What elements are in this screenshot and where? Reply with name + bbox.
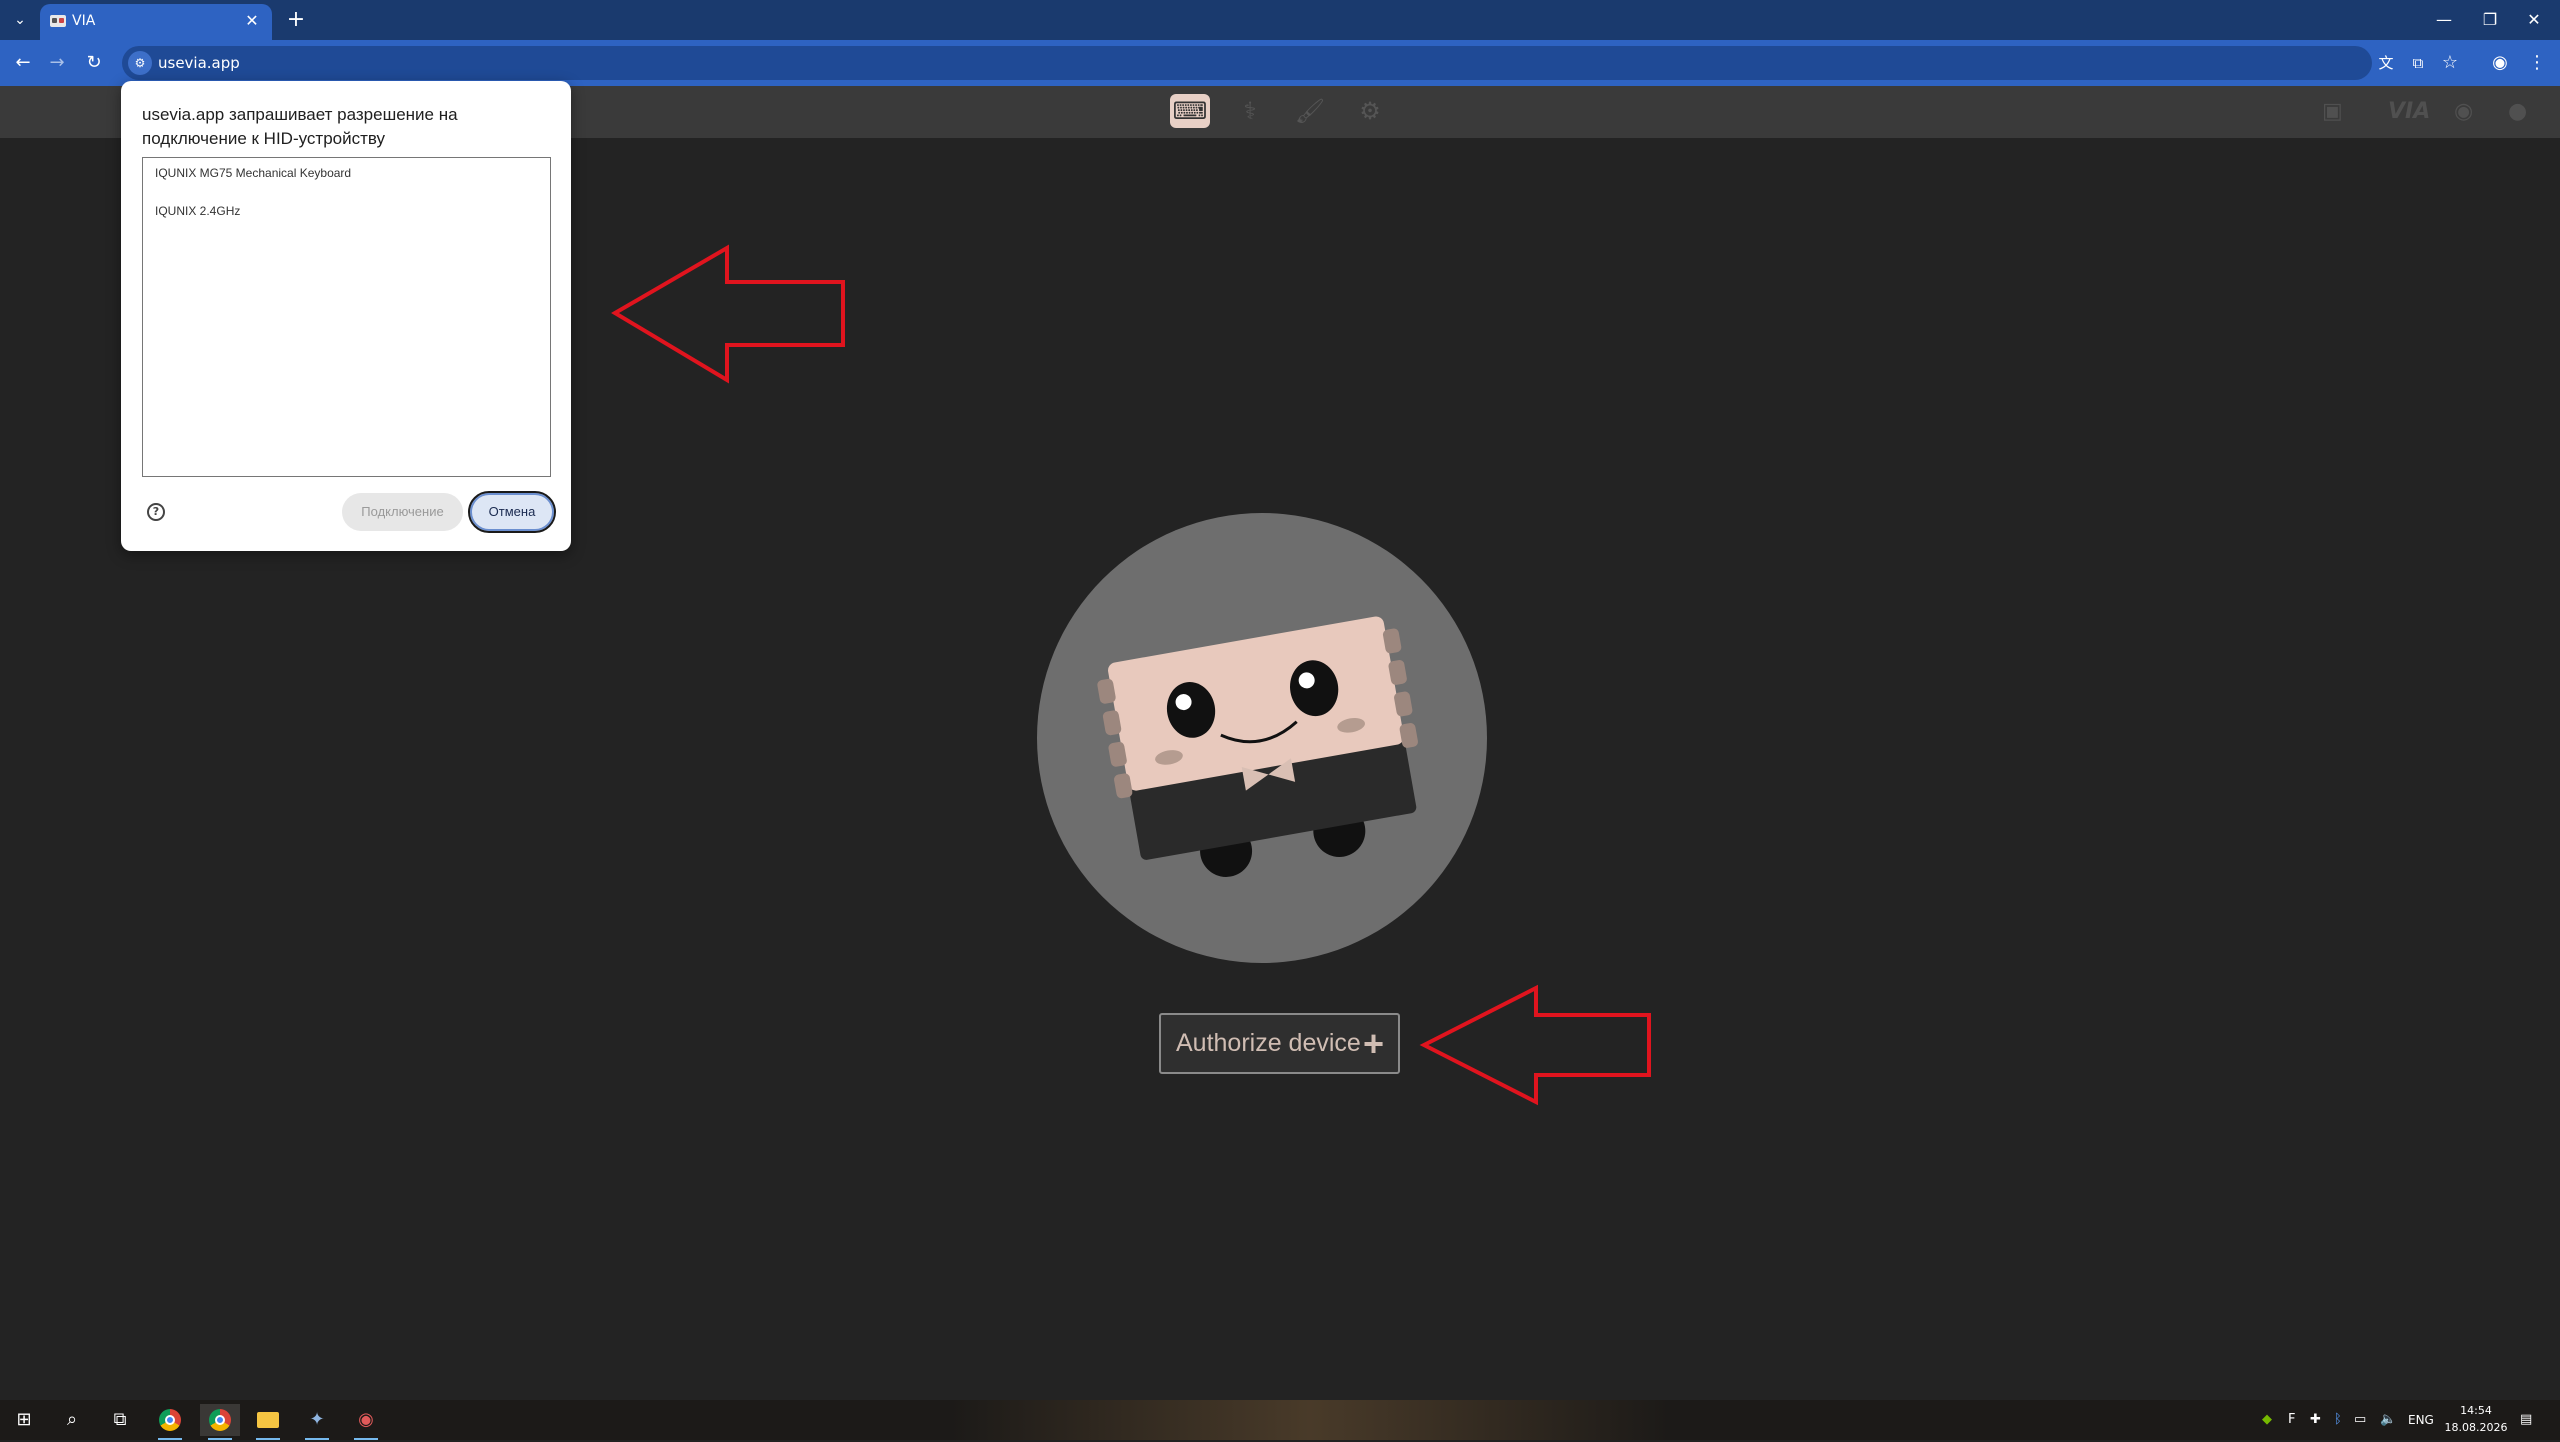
install-app-icon[interactable]: ⧉ xyxy=(2404,50,2432,76)
paintbrush-icon: 🖌 xyxy=(1294,97,1326,125)
language-icon[interactable]: ▣ xyxy=(2322,98,2358,126)
window-close-button[interactable]: ✕ xyxy=(2514,6,2554,34)
tab-settings[interactable]: ⚙ xyxy=(1350,94,1390,128)
font-tray-icon[interactable]: F xyxy=(2288,1410,2295,1430)
tab-title: VIA xyxy=(72,13,96,29)
browser-toolbar: ← → ↻ ⚙ usevia.app 文 ⧉ ☆ ◉ ⋮ xyxy=(0,40,2560,86)
address-bar[interactable]: ⚙ usevia.app xyxy=(122,46,2372,80)
language-indicator[interactable]: ENG xyxy=(2408,1410,2434,1430)
connect-button[interactable]: Подключение xyxy=(342,493,463,531)
chrome-icon xyxy=(209,1409,231,1431)
start-button[interactable]: ⊞ xyxy=(4,1404,44,1436)
stethoscope-icon: ⚕ xyxy=(1243,97,1257,125)
tab-search-button[interactable]: ⌄ xyxy=(8,8,32,32)
windows-taskbar: ⊞ ⌕ ⧉ ✦ ◉ ◆ F ✚ ᛒ ▭ 🔈 ENG 14:54 18.08.20… xyxy=(0,1400,2560,1440)
taskbar-chrome-app-active[interactable] xyxy=(200,1404,240,1440)
tab-key-tester[interactable]: ⚕ xyxy=(1230,94,1270,128)
device-list-item[interactable]: IQUNIX 2.4GHz xyxy=(143,196,550,226)
network-app-tray-icon[interactable]: ✚ xyxy=(2310,1410,2321,1430)
volume-icon[interactable]: 🔈 xyxy=(2380,1410,2396,1430)
task-view-icon[interactable]: ⧉ xyxy=(100,1404,140,1436)
tab-close-icon[interactable]: ✕ xyxy=(242,11,262,31)
browser-tabstrip: ⌄ VIA ✕ + — ❐ ✕ xyxy=(0,0,2560,40)
window-minimize-button[interactable]: — xyxy=(2424,6,2464,34)
tab-configure[interactable]: ⌨ xyxy=(1170,94,1210,128)
window-restore-button[interactable]: ❐ xyxy=(2470,6,2510,34)
nvidia-tray-icon[interactable]: ◆ xyxy=(2262,1410,2272,1430)
via-mascot xyxy=(1037,513,1487,963)
profile-icon[interactable]: ◉ xyxy=(2486,50,2514,76)
clock-date: 18.08.2026 xyxy=(2444,1421,2508,1434)
dialog-title: usevia.app запрашивает разрешение на под… xyxy=(142,105,458,148)
network-icon[interactable]: ▭ xyxy=(2354,1410,2366,1430)
browser-tab-via[interactable]: VIA ✕ xyxy=(40,4,272,40)
tab-design[interactable]: 🖌 xyxy=(1290,94,1330,128)
reload-button[interactable]: ↻ xyxy=(80,50,108,76)
chrome-icon xyxy=(159,1409,181,1431)
taskbar-app-bird[interactable]: ✦ xyxy=(297,1404,337,1440)
search-icon[interactable]: ⌕ xyxy=(52,1404,92,1436)
taskbar-wallpaper-glow xyxy=(950,1400,1670,1440)
authorize-device-label: Authorize device xyxy=(1176,1029,1361,1057)
hid-permission-dialog: usevia.app запрашивает разрешение на под… xyxy=(121,81,571,551)
plus-icon: + xyxy=(1362,1023,1384,1064)
device-list-item[interactable]: IQUNIX MG75 Mechanical Keyboard xyxy=(143,158,550,188)
keyboard-icon: ⌨ xyxy=(1172,97,1208,125)
hid-device-list[interactable]: IQUNIX MG75 Mechanical Keyboard IQUNIX 2… xyxy=(142,157,551,477)
authorize-device-button[interactable]: Authorize device + xyxy=(1159,1013,1400,1074)
folder-icon xyxy=(257,1412,279,1428)
discord-icon[interactable]: ◉ xyxy=(2454,98,2473,126)
browser-menu-icon[interactable]: ⋮ xyxy=(2523,50,2551,76)
clock-time: 14:54 xyxy=(2460,1404,2492,1417)
bookmark-star-icon[interactable]: ☆ xyxy=(2436,50,2464,76)
forward-button[interactable]: → xyxy=(43,50,71,76)
mascot-illustration xyxy=(1097,616,1418,877)
bluetooth-icon[interactable]: ᛒ xyxy=(2334,1410,2342,1430)
site-info-icon[interactable]: ⚙ xyxy=(128,51,152,75)
github-icon[interactable]: ● xyxy=(2508,98,2527,126)
taskbar-app-mascot[interactable]: ◉ xyxy=(346,1404,386,1440)
taskbar-clock[interactable]: 14:54 18.08.2026 xyxy=(2442,1402,2510,1436)
url-text: usevia.app xyxy=(158,54,240,72)
gear-icon: ⚙ xyxy=(1359,97,1381,125)
via-favicon-icon xyxy=(50,15,66,27)
translate-icon[interactable]: 文 xyxy=(2372,50,2400,76)
taskbar-file-explorer[interactable] xyxy=(248,1404,288,1440)
new-tab-button[interactable]: + xyxy=(282,6,310,34)
cancel-button[interactable]: Отмена xyxy=(468,491,556,533)
taskbar-chrome-app[interactable] xyxy=(150,1404,190,1440)
help-icon[interactable]: ? xyxy=(147,503,165,521)
via-logo[interactable]: VIA xyxy=(2388,98,2430,126)
back-button[interactable]: ← xyxy=(9,50,37,76)
notifications-icon[interactable]: ▤ xyxy=(2520,1410,2532,1430)
